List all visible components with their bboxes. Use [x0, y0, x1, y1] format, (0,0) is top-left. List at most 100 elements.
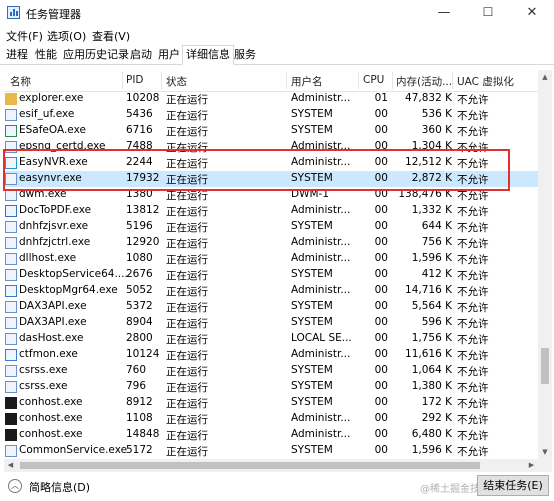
- process-username: SYSTEM: [291, 220, 333, 232]
- tab-processes[interactable]: 进程: [3, 46, 31, 64]
- process-pid: 5196: [126, 220, 153, 232]
- process-uac: 不允许: [457, 350, 489, 362]
- table-row[interactable]: esif_uf.exe 5436 正在运行 SYSTEM 00 536 K 不允许: [4, 107, 538, 123]
- process-status: 正在运行: [166, 318, 208, 330]
- process-pid: 1108: [126, 412, 153, 424]
- column-header-name[interactable]: 名称: [10, 74, 31, 89]
- console-icon: [5, 397, 17, 409]
- table-row[interactable]: conhost.exe 14848 正在运行 Administr... 00 6,480 …: [4, 427, 538, 443]
- table-row[interactable]: dnhfzjctrl.exe 12920 正在运行 Administr... 00 756…: [4, 235, 538, 251]
- process-pid: 6716: [126, 124, 153, 136]
- table-row[interactable]: explorer.exe 10208 正在运行 Administr... 01 47,83…: [4, 91, 538, 107]
- column-header-status[interactable]: 状态: [166, 74, 187, 89]
- process-memory: 1,304 K: [411, 140, 452, 152]
- process-name: explorer.exe: [19, 92, 84, 104]
- process-uac: 不允许: [457, 254, 489, 266]
- vertical-scroll-thumb[interactable]: [541, 348, 549, 384]
- process-cpu: 00: [374, 332, 388, 344]
- process-memory: 11,616 K: [405, 348, 452, 360]
- title-bar: 任务管理器 — ☐ ✕: [0, 0, 554, 25]
- process-uac: 不允许: [457, 158, 489, 170]
- menu-file[interactable]: 文件(F): [6, 28, 43, 44]
- table-row[interactable]: dwm.exe 1380 正在运行 DWM-1 00 138,476 K 不允许: [4, 187, 538, 203]
- table-row[interactable]: dasHost.exe 2800 正在运行 LOCAL SE... 00 1,756 K 不…: [4, 331, 538, 347]
- minimize-button[interactable]: —: [422, 0, 466, 25]
- column-header-username[interactable]: 用户名: [291, 74, 323, 89]
- console-icon: [5, 429, 17, 441]
- vertical-scrollbar[interactable]: ▲ ▼: [538, 70, 552, 459]
- process-username: Administr...: [291, 412, 351, 424]
- process-cpu: 00: [374, 316, 388, 328]
- table-row[interactable]: ESafeOA.exe 6716 正在运行 SYSTEM 00 360 K 不允许: [4, 123, 538, 139]
- app-window-icon: [5, 253, 17, 265]
- table-row[interactable]: DocToPDF.exe 13812 正在运行 Administr... 00 1,332…: [4, 203, 538, 219]
- table-row[interactable]: csrss.exe 796 正在运行 SYSTEM 00 1,380 K 不允许: [4, 379, 538, 395]
- end-task-button[interactable]: 结束任务(E): [477, 475, 549, 496]
- table-row[interactable]: dllhost.exe 1080 正在运行 Administr... 00 1,596 K…: [4, 251, 538, 267]
- app-window-icon: [5, 365, 17, 377]
- menu-bar: 文件(F) 选项(O) 查看(V): [0, 25, 554, 45]
- chevron-up-icon[interactable]: ︿: [8, 479, 22, 493]
- process-cpu: 01: [374, 92, 388, 104]
- process-pid: 13812: [126, 204, 160, 216]
- process-username: DWM-1: [291, 188, 329, 200]
- tab-details[interactable]: 详细信息: [182, 45, 234, 65]
- process-uac: 不允许: [457, 142, 489, 154]
- folder-icon: [5, 93, 17, 105]
- table-row[interactable]: csrss.exe 760 正在运行 SYSTEM 00 1,064 K 不允许: [4, 363, 538, 379]
- table-row[interactable]: DesktopService64.... 2676 正在运行 SYSTEM 00 412 …: [4, 267, 538, 283]
- process-cpu: 00: [374, 444, 388, 456]
- scroll-right-icon[interactable]: ▶: [525, 459, 538, 472]
- process-status: 正在运行: [166, 158, 208, 170]
- scroll-down-icon[interactable]: ▼: [538, 445, 552, 459]
- process-cpu: 00: [374, 188, 388, 200]
- scroll-up-icon[interactable]: ▲: [538, 70, 552, 84]
- easynvr-icon: [5, 157, 17, 169]
- table-row[interactable]: DAX3API.exe 5372 正在运行 SYSTEM 00 5,564 K 不允许: [4, 299, 538, 315]
- tab-app-history[interactable]: 应用历史记录: [60, 46, 132, 64]
- close-button[interactable]: ✕: [510, 0, 554, 25]
- process-status: 正在运行: [166, 254, 208, 266]
- process-name: conhost.exe: [19, 428, 83, 440]
- menu-options[interactable]: 选项(O): [47, 28, 86, 44]
- table-row[interactable]: DAX3API.exe 8904 正在运行 SYSTEM 00 596 K 不允许: [4, 315, 538, 331]
- horizontal-scrollbar[interactable]: ◀ ▶: [4, 459, 538, 472]
- process-name: DesktopService64....: [19, 268, 128, 280]
- process-name: dasHost.exe: [19, 332, 84, 344]
- process-pid: 7488: [126, 140, 153, 152]
- tab-performance[interactable]: 性能: [32, 46, 60, 64]
- process-name: DAX3API.exe: [19, 300, 87, 312]
- table-row[interactable]: ctfmon.exe 10124 正在运行 Administr... 00 11,616 …: [4, 347, 538, 363]
- process-username: SYSTEM: [291, 380, 333, 392]
- column-header-memory[interactable]: 内存(活动...: [396, 74, 452, 89]
- table-row[interactable]: CommonService.exe 5172 正在运行 SYSTEM 00 1,596 K…: [4, 443, 538, 459]
- scroll-left-icon[interactable]: ◀: [4, 459, 17, 472]
- process-status: 正在运行: [166, 334, 208, 346]
- process-status: 正在运行: [166, 126, 208, 138]
- process-cpu: 00: [374, 220, 388, 232]
- tab-startup[interactable]: 启动: [127, 46, 155, 64]
- table-row[interactable]: DesktopMgr64.exe 5052 正在运行 Administr... 00 14…: [4, 283, 538, 299]
- table-row[interactable]: epsng_certd.exe 7488 正在运行 Administr... 00 1,3…: [4, 139, 538, 155]
- table-row[interactable]: dnhfzjsvr.exe 5196 正在运行 SYSTEM 00 644 K 不允许: [4, 219, 538, 235]
- process-name: csrss.exe: [19, 364, 68, 376]
- column-header-pid[interactable]: PID: [126, 74, 144, 86]
- table-row[interactable]: easynvr.exe 17932 正在运行 SYSTEM 00 2,872 K 不允许: [4, 171, 538, 187]
- table-row[interactable]: conhost.exe 1108 正在运行 Administr... 00 292 K 不允…: [4, 411, 538, 427]
- table-row[interactable]: conhost.exe 8912 正在运行 SYSTEM 00 172 K 不允许: [4, 395, 538, 411]
- tab-services[interactable]: 服务: [231, 46, 259, 64]
- column-header-cpu[interactable]: CPU: [363, 74, 384, 86]
- process-memory: 2,872 K: [411, 172, 452, 184]
- process-status: 正在运行: [166, 238, 208, 250]
- table-row[interactable]: EasyNVR.exe 2244 正在运行 Administr... 00 12,512 …: [4, 155, 538, 171]
- process-memory: 1,596 K: [411, 252, 452, 264]
- process-cpu: 00: [374, 252, 388, 264]
- keyboard-icon: [5, 349, 17, 361]
- process-name: ESafeOA.exe: [19, 124, 86, 136]
- horizontal-scroll-thumb[interactable]: [20, 462, 480, 469]
- maximize-button[interactable]: ☐: [466, 0, 510, 25]
- fewer-details-link[interactable]: 简略信息(D): [29, 479, 90, 495]
- column-header-uac[interactable]: UAC 虚拟化: [457, 74, 514, 89]
- menu-view[interactable]: 查看(V): [92, 28, 130, 44]
- tab-users[interactable]: 用户: [155, 46, 183, 64]
